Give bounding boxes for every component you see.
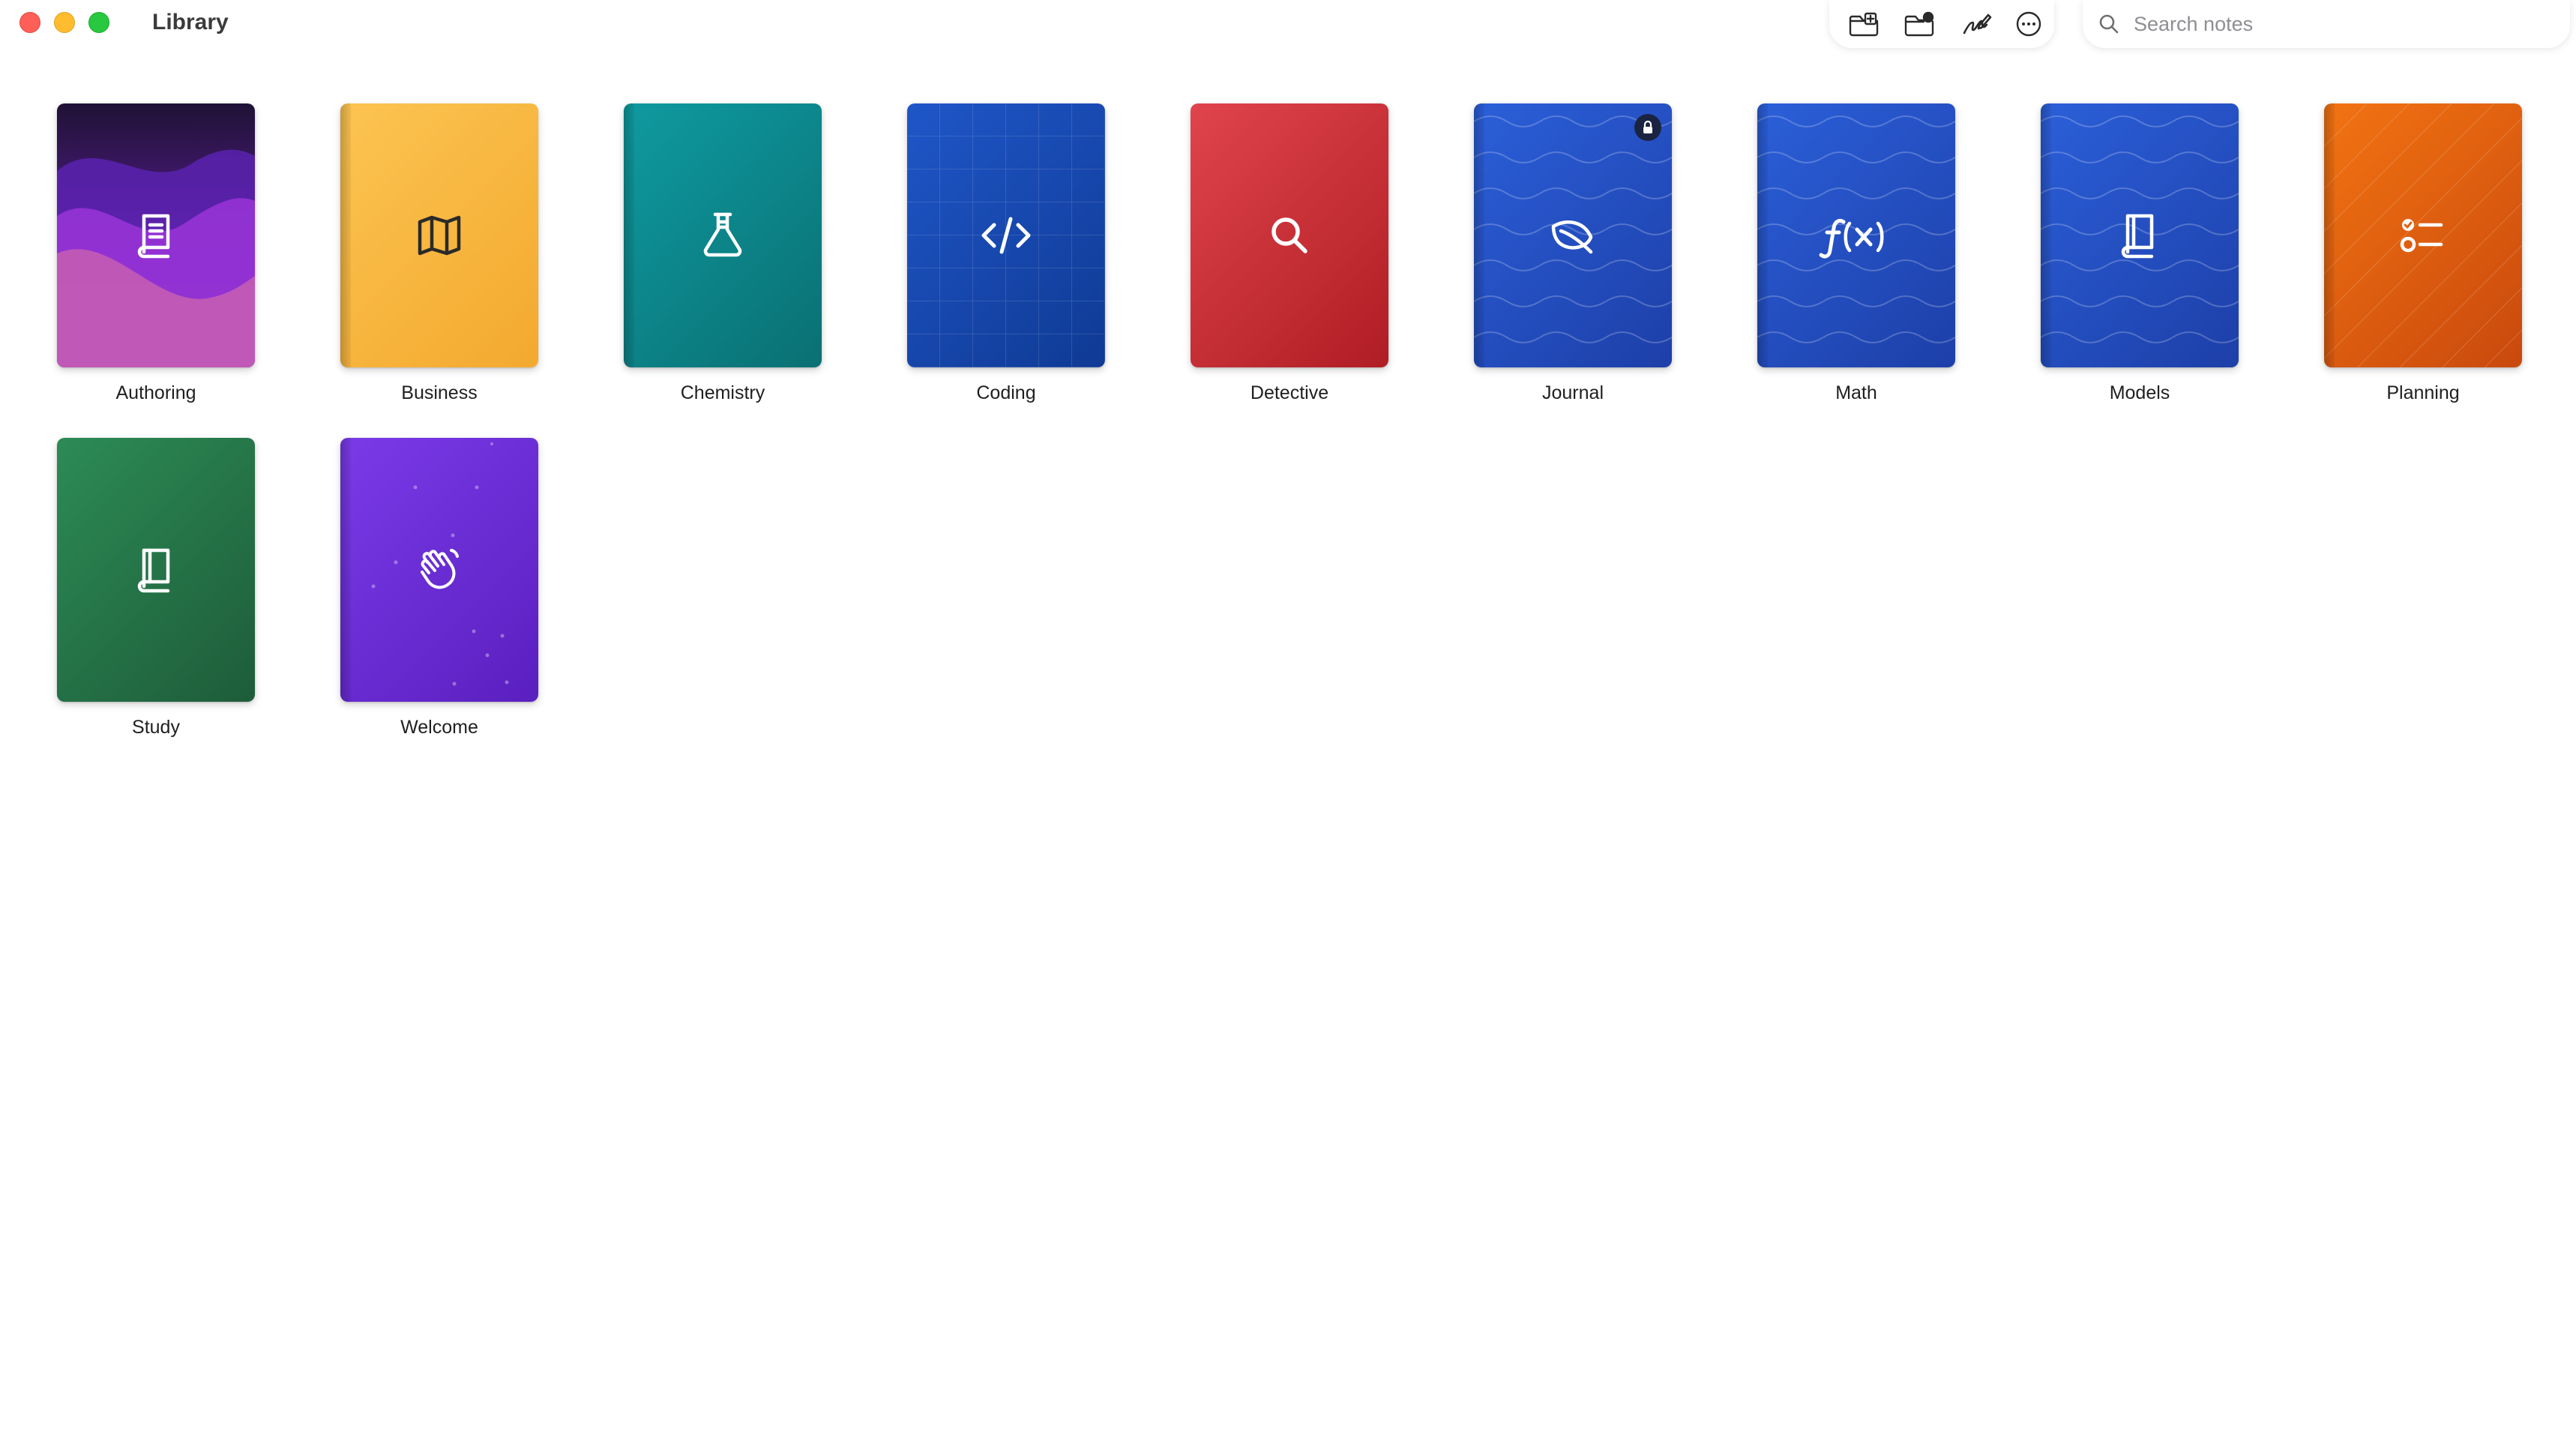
notebook-cover[interactable] <box>57 438 255 702</box>
notebook-label: Planning <box>2386 382 2460 403</box>
book-icon <box>2121 214 2154 259</box>
notebook-cover[interactable] <box>1474 103 1672 367</box>
map-icon <box>418 215 461 256</box>
window-title: Library <box>152 10 229 34</box>
cover-spine <box>1474 103 1484 367</box>
notebook-chemistry[interactable]: Chemistry <box>624 103 822 405</box>
notebook-cover[interactable] <box>907 103 1105 367</box>
zoom-window-button[interactable] <box>88 12 109 33</box>
notebook-cover[interactable] <box>2041 103 2239 367</box>
code-brackets-icon <box>981 217 1031 254</box>
notebook-study[interactable]: Study <box>57 438 255 739</box>
notebook-models[interactable]: Models <box>2041 103 2239 405</box>
signature-pen-icon <box>1963 13 1992 34</box>
toolbar <box>1829 0 2054 48</box>
scribble-button[interactable] <box>1957 7 1996 40</box>
notebook-cover[interactable] <box>340 103 538 367</box>
notebook-cover[interactable] <box>1757 103 1955 367</box>
notebook-planning[interactable]: Planning <box>2324 103 2522 405</box>
cover-spine <box>2041 103 2051 367</box>
title-bar: Library <box>0 0 2576 49</box>
notebook-cover[interactable] <box>1191 103 1388 367</box>
cover-spine <box>1757 103 1768 367</box>
cover-spine <box>624 103 634 367</box>
notebook-welcome[interactable]: Welcome <box>340 438 538 739</box>
notebook-label: Authoring <box>115 382 196 403</box>
leaf-icon <box>1551 220 1593 254</box>
cover-spine <box>2324 103 2335 367</box>
import-button[interactable] <box>1900 7 1939 40</box>
library-window: Library Search notes Authoring Business … <box>0 0 2576 1447</box>
minimize-window-button[interactable] <box>54 12 75 33</box>
notebook-authoring[interactable]: Authoring <box>57 103 255 405</box>
notebook-coding[interactable]: Coding <box>907 103 1105 405</box>
waving-hand-icon <box>421 549 459 589</box>
more-button[interactable] <box>2009 7 2048 40</box>
book-pages-icon <box>137 214 170 259</box>
function-icon <box>1819 218 1884 259</box>
lock-badge <box>1634 114 1661 141</box>
search-icon <box>2099 14 2119 34</box>
notebook-label: Coding <box>976 382 1036 403</box>
notebook-label: Welcome <box>400 717 478 738</box>
notebook-label: Math <box>1835 382 1877 403</box>
notebook-business[interactable]: Business <box>340 103 538 405</box>
cover-spine <box>340 438 351 702</box>
notebook-label: Journal <box>1542 382 1604 403</box>
notebook-label: Business <box>401 382 478 403</box>
notebook-label: Detective <box>1250 382 1329 403</box>
new-notebook-button[interactable] <box>1844 7 1883 40</box>
folder-plus-icon <box>1849 12 1879 37</box>
book-icon <box>137 548 170 593</box>
notebook-math[interactable]: Math <box>1757 103 1955 405</box>
checklist-icon <box>2400 219 2443 253</box>
notebook-cover[interactable] <box>624 103 822 367</box>
notebook-label: Study <box>132 717 180 738</box>
magnifier-icon <box>1272 217 1307 253</box>
notebook-label: Models <box>2109 382 2170 403</box>
notebook-cover[interactable] <box>340 438 538 702</box>
search-bar <box>2083 0 2570 48</box>
lock-icon <box>1643 120 1652 133</box>
notebook-journal[interactable]: Journal <box>1474 103 1672 405</box>
notebook-cover[interactable] <box>57 103 255 367</box>
notebook-cover[interactable] <box>2324 103 2522 367</box>
flask-icon <box>703 212 742 257</box>
notebook-label: Chemistry <box>680 382 765 403</box>
cover-spine <box>340 103 351 367</box>
close-window-button[interactable] <box>19 12 40 33</box>
notebook-detective[interactable]: Detective <box>1191 103 1388 405</box>
search-input[interactable] <box>2132 11 2555 37</box>
folder-badge-icon <box>1904 11 1934 37</box>
ellipsis-circle-icon <box>2016 11 2041 37</box>
